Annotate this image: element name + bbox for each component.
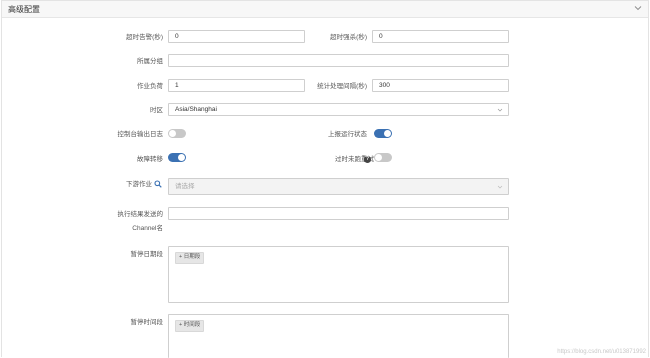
job-load-input[interactable]: 1: [168, 79, 305, 92]
failover-toggle[interactable]: [168, 153, 186, 162]
downstream-select[interactable]: 请选择: [168, 178, 509, 195]
group-label: 所属分组: [137, 58, 163, 65]
downstream-label: 下游作业: [126, 180, 162, 189]
downstream-placeholder: 请选择: [175, 183, 195, 190]
add-time-range-button[interactable]: + 时间段: [175, 320, 205, 332]
report-status-toggle[interactable]: [374, 129, 392, 138]
downstream-label-text: 下游作业: [126, 181, 152, 188]
pause-times-label: 暂停时间段: [130, 319, 164, 326]
pause-dates-label: 暂停日期段: [130, 251, 164, 258]
timeout-alarm-input[interactable]: 0: [168, 30, 305, 43]
panel-header[interactable]: 高级配置: [2, 1, 648, 18]
timeout-alarm-label: 超时告警(秒): [126, 34, 163, 41]
timezone-select[interactable]: Asia/Shanghai: [168, 103, 509, 116]
watermark: https://blog.csdn.net/u013871992: [557, 349, 646, 355]
job-load-label: 作业负荷: [137, 83, 163, 90]
stat-interval-label: 统计处理间隔(秒): [317, 83, 367, 90]
console-log-label: 控制台输出日志: [117, 131, 164, 138]
chevron-down-icon: [497, 108, 503, 112]
help-icon[interactable]: ?: [364, 156, 371, 163]
stat-interval-input[interactable]: 300: [372, 79, 509, 92]
panel-title: 高级配置: [8, 5, 40, 14]
pause-dates-area: + 日期段: [168, 246, 509, 303]
report-status-label: 上报运行状态: [328, 131, 367, 138]
toggle-knob: [169, 130, 176, 137]
rerun-toggle[interactable]: [374, 153, 392, 162]
channel-label-line1: 执行结果发送的: [117, 211, 164, 218]
group-input[interactable]: [168, 54, 509, 67]
failover-label: 故障转移: [137, 156, 163, 163]
toggle-knob: [375, 154, 382, 161]
chevron-down-icon: [497, 185, 503, 189]
timezone-label: 时区: [150, 107, 163, 114]
chevron-down-icon[interactable]: [634, 4, 642, 12]
pause-times-area: + 时间段: [168, 314, 509, 358]
channel-input[interactable]: [168, 207, 509, 220]
toggle-knob: [384, 130, 391, 137]
timeout-kill-label: 超时强杀(秒): [330, 34, 367, 41]
console-log-toggle[interactable]: [168, 129, 186, 138]
add-date-range-button[interactable]: + 日期段: [175, 252, 205, 264]
toggle-knob: [178, 154, 185, 161]
search-icon[interactable]: [154, 180, 162, 189]
timeout-kill-input[interactable]: 0: [372, 30, 509, 43]
channel-label-line2: Channel名: [132, 225, 163, 232]
timezone-value: Asia/Shanghai: [175, 106, 217, 113]
